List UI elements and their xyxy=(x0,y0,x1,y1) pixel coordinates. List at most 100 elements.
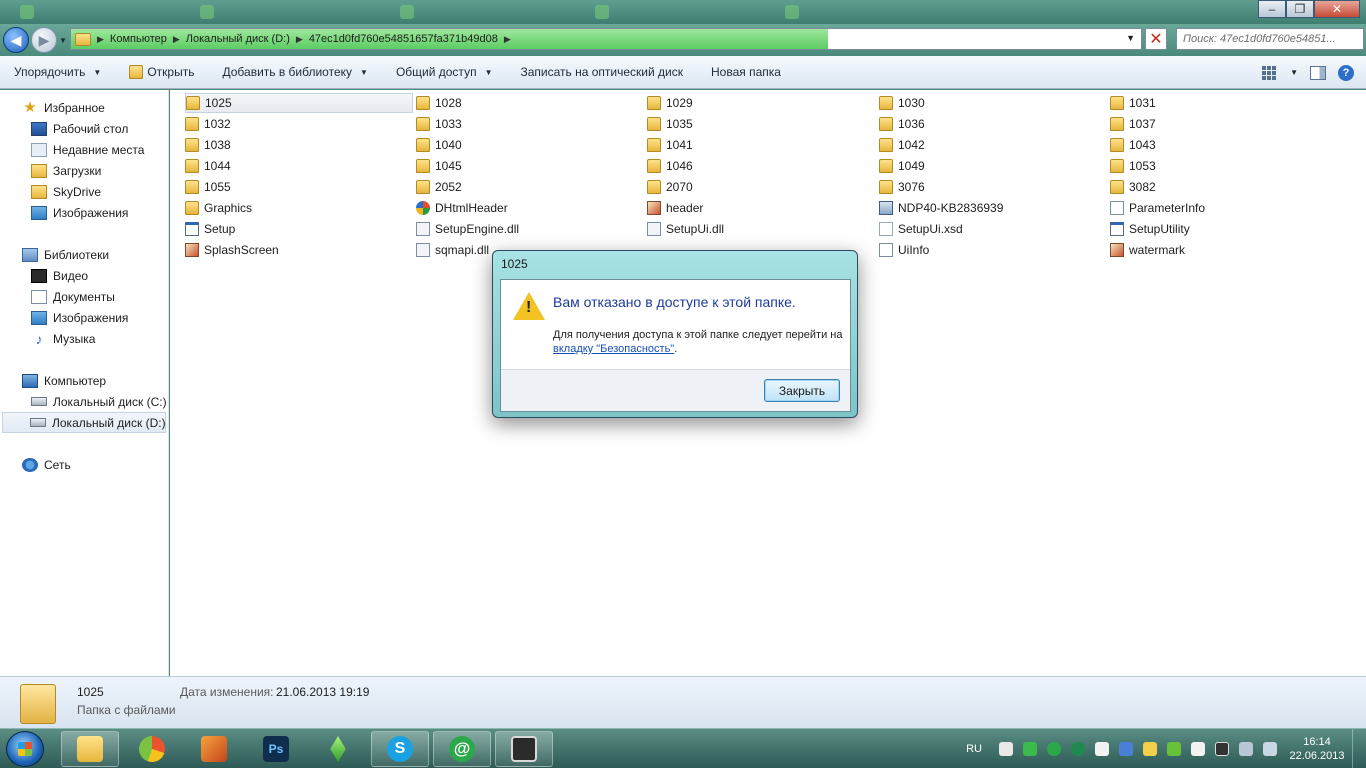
power-icon[interactable] xyxy=(1263,742,1277,756)
breadcrumb-drive-d[interactable]: Локальный диск (D:) xyxy=(186,33,290,45)
folder-item[interactable]: 1045 xyxy=(416,156,462,176)
security-tab-link[interactable]: вкладку "Безопасность" xyxy=(553,343,674,355)
taskbar-media[interactable] xyxy=(185,731,243,767)
nav-libraries[interactable]: Библиотеки xyxy=(22,244,109,265)
folder-item[interactable]: 1028 xyxy=(416,93,462,113)
nav-favorites[interactable]: ★ Избранное xyxy=(22,97,105,118)
file-item[interactable]: header xyxy=(647,198,703,218)
chevron-right-icon[interactable]: ▶ xyxy=(296,34,303,45)
file-item[interactable]: sqmapi.dll xyxy=(416,240,489,260)
taskbar-browser[interactable] xyxy=(123,731,181,767)
breadcrumb-current-folder[interactable]: 47ec1d0fd760e54851657fa371b49d08 xyxy=(309,33,498,45)
organize-button[interactable]: Упорядочить ▼ xyxy=(0,56,115,88)
nav-computer[interactable]: Компьютер xyxy=(22,370,106,391)
flag-icon[interactable] xyxy=(1191,742,1205,756)
nav-pictures-favorite[interactable]: Изображения xyxy=(31,202,128,223)
new-folder-button[interactable]: Новая папка xyxy=(697,56,795,88)
forward-button[interactable]: ▶ xyxy=(31,27,57,53)
volume-icon[interactable] xyxy=(999,742,1013,756)
nav-drive-d[interactable]: Локальный диск (D:) xyxy=(2,412,166,433)
chevron-right-icon[interactable]: ▶ xyxy=(504,34,511,45)
folder-item[interactable]: 1037 xyxy=(1110,114,1156,134)
add-to-library-button[interactable]: Добавить в библиотеку ▼ xyxy=(208,56,381,88)
file-item[interactable]: ParameterInfo xyxy=(1110,198,1205,218)
file-item[interactable]: SetupUtility xyxy=(1110,219,1190,239)
search-input[interactable]: Поиск: 47ec1d0fd760e54851... xyxy=(1176,28,1364,50)
shield-icon[interactable] xyxy=(1167,742,1181,756)
display-icon[interactable] xyxy=(1239,742,1253,756)
folder-item[interactable]: 1046 xyxy=(647,156,693,176)
file-item[interactable]: SetupUi.dll xyxy=(647,219,724,239)
folder-item[interactable]: 1055 xyxy=(185,177,231,197)
folder-item[interactable]: 1042 xyxy=(879,135,925,155)
nav-desktop[interactable]: Рабочий стол xyxy=(31,118,128,139)
security-icon[interactable] xyxy=(1023,742,1037,756)
taskbar-sims[interactable] xyxy=(309,731,367,767)
file-item[interactable]: Setup xyxy=(185,219,235,239)
language-indicator[interactable]: RU xyxy=(966,743,982,755)
torrent-icon[interactable] xyxy=(1071,742,1085,756)
open-button[interactable]: Открыть xyxy=(115,56,208,88)
folder-item[interactable]: 1040 xyxy=(416,135,462,155)
stop-button[interactable]: ✕ xyxy=(1145,28,1167,50)
address-bar[interactable]: ▶ Компьютер ▶ Локальный диск (D:) ▶ 47ec… xyxy=(70,28,1142,50)
taskbar-monitor-app[interactable] xyxy=(495,731,553,767)
start-button[interactable] xyxy=(6,731,44,767)
chevron-down-icon[interactable]: ▼ xyxy=(1126,33,1135,43)
usb-icon[interactable] xyxy=(1095,742,1109,756)
file-item[interactable]: NDP40-KB2836939 xyxy=(879,198,1003,218)
maximize-button[interactable]: ❐ xyxy=(1286,0,1314,18)
folder-item[interactable]: 1025 xyxy=(185,93,413,113)
help-icon[interactable]: ? xyxy=(1338,64,1354,81)
folder-item[interactable]: 1036 xyxy=(879,114,925,134)
network-tray-icon[interactable] xyxy=(1143,742,1157,756)
folder-item[interactable]: 1032 xyxy=(185,114,231,134)
minimize-button[interactable]: ‒ xyxy=(1258,0,1286,18)
folder-item[interactable]: 1033 xyxy=(416,114,462,134)
folder-item[interactable]: 1035 xyxy=(647,114,693,134)
show-desktop-button[interactable] xyxy=(1352,729,1366,768)
mail-agent-tray-icon[interactable] xyxy=(1047,742,1061,756)
nav-pictures[interactable]: Изображения xyxy=(31,307,128,328)
nav-downloads[interactable]: Загрузки xyxy=(31,160,101,181)
burn-button[interactable]: Записать на оптический диск xyxy=(506,56,697,88)
nav-network[interactable]: Сеть xyxy=(22,454,71,475)
close-window-button[interactable]: ✕ xyxy=(1314,0,1360,18)
folder-item[interactable]: 1041 xyxy=(647,135,693,155)
monitor-tray-icon[interactable] xyxy=(1215,742,1229,756)
change-view-icon[interactable] xyxy=(1262,65,1278,80)
file-item[interactable]: watermark xyxy=(1110,240,1185,260)
nav-video[interactable]: Видео xyxy=(31,265,88,286)
folder-item[interactable]: 1031 xyxy=(1110,93,1156,113)
nav-drive-c[interactable]: Локальный диск (C:) xyxy=(31,391,167,412)
folder-item[interactable]: 2052 xyxy=(416,177,462,197)
taskbar-explorer[interactable] xyxy=(61,731,119,767)
folder-item[interactable]: 3082 xyxy=(1110,177,1156,197)
file-item[interactable]: DHtmlHeader xyxy=(416,198,508,218)
file-item[interactable]: UiInfo xyxy=(879,240,929,260)
file-item[interactable]: SplashScreen xyxy=(185,240,279,260)
folder-item[interactable]: 1053 xyxy=(1110,156,1156,176)
preview-pane-icon[interactable] xyxy=(1310,65,1326,80)
folder-item[interactable]: 1049 xyxy=(879,156,925,176)
dialog-close-button[interactable]: Закрыть xyxy=(764,379,840,402)
folder-item[interactable]: 3076 xyxy=(879,177,925,197)
folder-item[interactable]: Graphics xyxy=(185,198,252,218)
nav-music[interactable]: ♪ Музыка xyxy=(31,328,96,349)
file-item[interactable]: SetupUi.xsd xyxy=(879,219,963,239)
recent-pages-dropdown[interactable]: ▼ xyxy=(59,36,67,45)
folder-item[interactable]: 1043 xyxy=(1110,135,1156,155)
taskbar-photoshop[interactable]: Ps xyxy=(247,731,305,767)
clock[interactable]: 16:14 22.06.2013 xyxy=(1282,735,1352,763)
nav-recent-places[interactable]: Недавние места xyxy=(31,139,144,160)
file-item[interactable]: SetupEngine.dll xyxy=(416,219,519,239)
nav-documents[interactable]: Документы xyxy=(31,286,115,307)
taskbar-skype[interactable]: S xyxy=(371,731,429,767)
folder-item[interactable]: 2070 xyxy=(647,177,693,197)
chevron-right-icon[interactable]: ▶ xyxy=(173,34,180,45)
back-button[interactable]: ◀ xyxy=(3,27,29,53)
nav-skydrive[interactable]: SkyDrive xyxy=(31,181,101,202)
share-button[interactable]: Общий доступ ▼ xyxy=(382,56,507,88)
folder-item[interactable]: 1044 xyxy=(185,156,231,176)
folder-item[interactable]: 1029 xyxy=(647,93,693,113)
